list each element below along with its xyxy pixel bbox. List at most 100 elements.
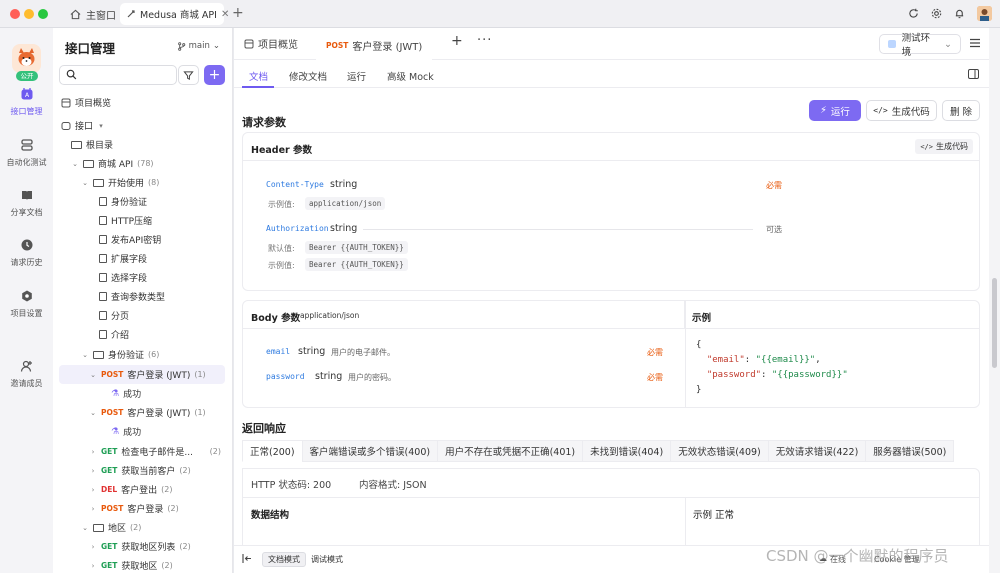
debug-mode-toggle[interactable]: 调试模式: [306, 552, 348, 567]
caret-icon[interactable]: ›: [89, 448, 97, 456]
scroll-thumb[interactable]: [992, 278, 997, 368]
subtab-advanced-mock[interactable]: 高级 Mock: [387, 69, 434, 83]
new-main-tab-button[interactable]: +: [451, 33, 463, 49]
tab-project-overview[interactable]: 项目概览: [244, 36, 298, 51]
watermark: CSDN @一个幽默的程序员: [766, 547, 949, 565]
resp-tab-422[interactable]: 无效请求错误(422): [767, 440, 867, 462]
subtab-docs[interactable]: 文档: [249, 69, 268, 83]
tree-doc[interactable]: HTTP压缩: [99, 211, 225, 230]
resp-tab-200[interactable]: 正常(200): [242, 440, 303, 462]
resp-tab-409[interactable]: 无效状态错误(409): [670, 440, 769, 462]
tree-folder[interactable]: ⌄ 商城 API (78): [71, 154, 225, 173]
resp-tab-500[interactable]: 服务器错误(500): [865, 440, 955, 462]
sync-icon[interactable]: [908, 8, 919, 19]
tree-endpoint[interactable]: › GET 获取当前客户 (2): [89, 461, 225, 480]
caret-icon[interactable]: ⌄: [81, 524, 89, 532]
tab-home[interactable]: 主窗口: [64, 4, 122, 24]
markdown-icon: [99, 292, 107, 301]
caret-icon[interactable]: ›: [89, 467, 97, 475]
resp-tab-400[interactable]: 客户端错误或多个错误(400): [301, 440, 439, 462]
tree-doc[interactable]: 身份验证: [99, 192, 225, 211]
branch-selector[interactable]: main ⌄: [177, 41, 220, 51]
tree-item-label: 客户登录: [127, 505, 164, 515]
rail-automation[interactable]: 自动化测试: [0, 137, 53, 168]
folder-icon: [83, 159, 94, 168]
rail-api-management[interactable]: A 接口管理: [0, 86, 53, 117]
flask-icon: ⚗: [111, 388, 120, 399]
subtab-edit-docs[interactable]: 修改文档: [289, 69, 327, 83]
resp-tab-401[interactable]: 用户不存在或凭据不正确(401): [437, 440, 584, 462]
search-input[interactable]: [59, 65, 177, 85]
tree-folder[interactable]: ⌄ 地区 (2): [81, 518, 225, 537]
main-scrollbar[interactable]: [989, 28, 1000, 573]
settings-icon[interactable]: [931, 8, 942, 19]
tree-doc[interactable]: 发布API密钥: [99, 230, 225, 249]
tree-endpoint[interactable]: ⌄ POST 客户登录 (JWT) (1): [59, 365, 225, 384]
header-gen-code-button[interactable]: </> 生成代码: [915, 139, 973, 154]
example-label: 示例值:: [268, 261, 295, 270]
project-logo[interactable]: [12, 44, 41, 73]
panel-toggle-icon[interactable]: [968, 69, 979, 79]
caret-icon[interactable]: ⌄: [81, 179, 89, 187]
run-button[interactable]: ⚡ 运行: [809, 100, 861, 121]
tree-endpoint[interactable]: › DEL 客户登出 (2): [89, 480, 225, 499]
project-overview-link[interactable]: 项目概览: [61, 93, 227, 112]
param-type: string: [330, 223, 358, 234]
panel-title: 接口管理: [65, 41, 116, 56]
tree-test-case[interactable]: ⚗ 成功: [111, 422, 225, 441]
more-icon[interactable]: ···: [477, 33, 492, 48]
tree-folder[interactable]: ⌄ 身份验证 (6): [81, 345, 225, 364]
user-avatar[interactable]: [977, 6, 992, 21]
caret-icon[interactable]: ⌄: [89, 409, 97, 417]
resp-tab-404[interactable]: 未找到错误(404): [582, 440, 672, 462]
caret-icon[interactable]: ⌄: [89, 371, 97, 379]
environment-selector[interactable]: 测试环境 ⌄: [879, 33, 961, 58]
maximize-window-button[interactable]: [38, 9, 48, 19]
tree-folder[interactable]: ⌄ 开始使用 (8): [81, 173, 225, 192]
subtab-run[interactable]: 运行: [347, 69, 366, 83]
tree-test-case[interactable]: ⚗ 成功: [111, 384, 225, 403]
response-title: 返回响应: [242, 422, 286, 435]
rail-share-docs[interactable]: 分享文档: [0, 187, 53, 218]
tree-doc[interactable]: 查询参数类型: [99, 287, 225, 306]
tree-doc[interactable]: 介绍: [99, 325, 225, 344]
caret-icon[interactable]: ⌄: [81, 351, 89, 359]
interfaces-section[interactable]: 接口 ▾: [61, 116, 227, 135]
caret-icon[interactable]: ›: [89, 543, 97, 551]
method-badge: DEL: [101, 485, 118, 494]
root-folder[interactable]: 根目录: [71, 135, 237, 154]
new-tab-button[interactable]: +: [232, 5, 244, 21]
tab-project[interactable]: Medusa 商城 API ✕: [120, 3, 229, 25]
close-window-button[interactable]: [10, 9, 20, 19]
rail-invite[interactable]: 邀请成员: [0, 358, 53, 389]
tree-endpoint[interactable]: › POST 客户登录 (2): [89, 499, 225, 518]
tree-endpoint[interactable]: ⌄ POST 客户登录 (JWT) (1): [89, 403, 225, 422]
rail-project-settings[interactable]: 项目设置: [0, 288, 53, 319]
collapse-icon[interactable]: [242, 553, 253, 564]
tree-endpoint[interactable]: › GET 获取地区 (2): [89, 556, 225, 573]
code-icon: </>: [920, 142, 933, 151]
caret-icon[interactable]: ›: [89, 505, 97, 513]
tree-doc[interactable]: 选择字段: [99, 268, 225, 287]
gen-code-label: 生成代码: [936, 142, 968, 151]
tree-doc[interactable]: 扩展字段: [99, 249, 225, 268]
generate-code-button[interactable]: </> 生成代码: [866, 100, 937, 121]
caret-icon[interactable]: ›: [89, 562, 97, 570]
tree-doc[interactable]: 分页: [99, 306, 225, 325]
rail-history[interactable]: 请求历史: [0, 237, 53, 268]
menu-icon[interactable]: [969, 38, 981, 48]
tab-api-login[interactable]: POST 客户登录 (JWT): [316, 32, 433, 60]
bell-icon[interactable]: [954, 8, 965, 19]
caret-icon[interactable]: ⌄: [71, 160, 79, 168]
add-button[interactable]: +: [204, 65, 225, 85]
caret-icon[interactable]: ›: [89, 486, 97, 494]
doc-mode-toggle[interactable]: 文档模式: [262, 552, 306, 567]
tree-endpoint[interactable]: › GET 检查电子邮件是... (2): [89, 442, 225, 461]
close-tab-icon[interactable]: ✕: [221, 9, 229, 20]
delete-button[interactable]: 删 除: [942, 100, 980, 121]
filter-button[interactable]: [178, 65, 199, 85]
item-count: (2): [130, 523, 142, 532]
minimize-window-button[interactable]: [24, 9, 34, 19]
tree-endpoint[interactable]: › GET 获取地区列表 (2): [89, 537, 225, 556]
item-count: (78): [137, 159, 154, 168]
